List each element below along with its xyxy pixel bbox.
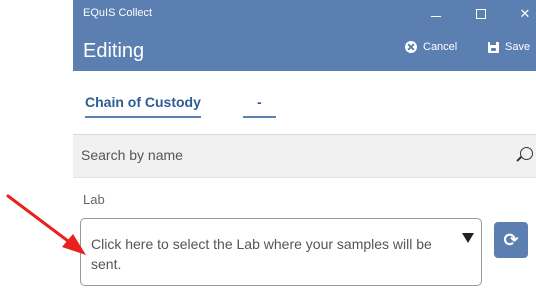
title-bar: EQuIS Collect ✕ <box>73 0 536 28</box>
editing-header: Editing Cancel Save <box>73 28 536 71</box>
close-button[interactable]: ✕ <box>510 3 536 25</box>
annotation-arrow-shaft <box>6 194 74 246</box>
tab-unnamed[interactable]: - <box>243 94 276 118</box>
maximize-button[interactable] <box>466 3 496 25</box>
save-icon <box>488 41 499 53</box>
cancel-icon <box>405 41 417 53</box>
search-bar <box>73 134 536 178</box>
minimize-button[interactable] <box>421 3 451 25</box>
tab-strip: Chain of Custody - <box>73 71 536 126</box>
tab-chain-of-custody[interactable]: Chain of Custody <box>85 94 201 118</box>
page-title: Editing <box>83 40 145 62</box>
minimize-icon <box>431 15 441 17</box>
lab-select[interactable]: Click here to select the Lab where your … <box>80 218 482 286</box>
refresh-lab-button[interactable]: ⟳ <box>494 222 528 258</box>
app-title: EQuIS Collect <box>83 7 153 19</box>
maximize-icon <box>476 9 486 19</box>
refresh-icon: ⟳ <box>503 230 519 250</box>
search-icon[interactable] <box>520 147 533 160</box>
dropdown-caret-icon <box>462 233 474 243</box>
save-button[interactable]: Save <box>488 41 530 53</box>
search-input[interactable] <box>81 147 501 163</box>
cancel-button[interactable]: Cancel <box>405 41 457 53</box>
app-window: EQuIS Collect ✕ Editing Cancel Save Chai… <box>73 0 536 297</box>
lab-label: Lab <box>83 192 105 207</box>
lab-select-prompt: Click here to select the Lab where your … <box>91 236 432 272</box>
close-icon: ✕ <box>519 6 531 21</box>
cancel-label: Cancel <box>423 41 458 53</box>
screenshot-page: EQuIS Collect ✕ Editing Cancel Save Chai… <box>0 0 536 297</box>
save-label: Save <box>505 41 531 53</box>
